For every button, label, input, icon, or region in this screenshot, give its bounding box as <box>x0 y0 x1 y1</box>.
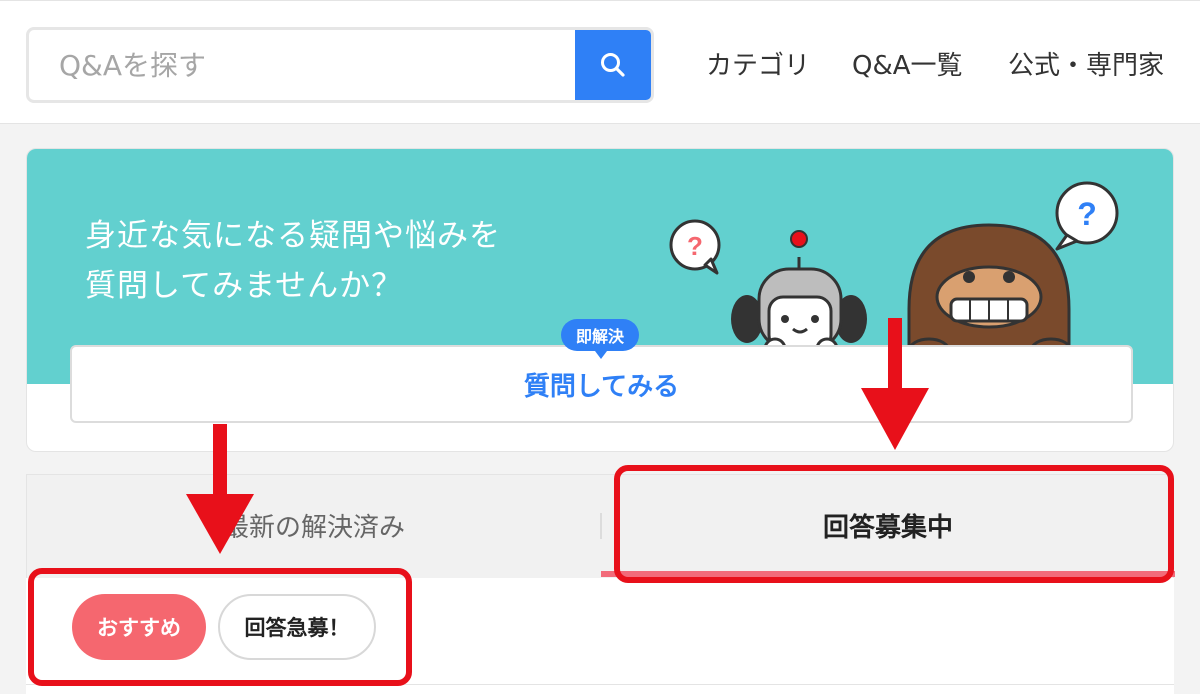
banner-message: 身近な気になる疑問や悩みを 質問してみませんか？ <box>85 211 501 311</box>
nav-qa-list[interactable]: Q&A一覧 <box>852 45 963 85</box>
nav-official-experts[interactable]: 公式・専門家 <box>1008 45 1164 85</box>
instant-solve-badge: 即解決 <box>561 319 639 359</box>
question-bubble-right: ? <box>1055 181 1119 251</box>
bubble-mark-right: ? <box>1077 196 1097 232</box>
search-icon <box>601 53 625 77</box>
search-input[interactable] <box>29 30 579 100</box>
ask-question-label: 質問してみる <box>523 371 680 402</box>
highlight-box-tab <box>614 465 1174 583</box>
gorilla-mascot <box>907 223 1073 365</box>
nav-category[interactable]: カテゴリ <box>706 45 810 85</box>
tab-latest-resolved[interactable]: 最新の解決済み <box>27 475 601 575</box>
search-button[interactable] <box>575 30 651 100</box>
bubble-mark-left: ? <box>687 231 703 261</box>
question-bubble-left: ? <box>669 219 721 275</box>
ask-question-card: 身近な気になる疑問や悩みを 質問してみませんか？ ? ? 質問してみる 即解決 <box>26 148 1174 452</box>
tab-latest-resolved-label: 最新の解決済み <box>222 512 405 543</box>
highlight-box-filters <box>28 568 412 686</box>
search-box <box>26 27 654 103</box>
banner-line-2: 質問してみませんか？ <box>85 268 404 304</box>
banner-line-1: 身近な気になる疑問や悩みを <box>85 218 501 254</box>
robot-mascot <box>731 230 867 361</box>
site-header: カテゴリ Q&A一覧 公式・専門家 <box>0 0 1200 124</box>
